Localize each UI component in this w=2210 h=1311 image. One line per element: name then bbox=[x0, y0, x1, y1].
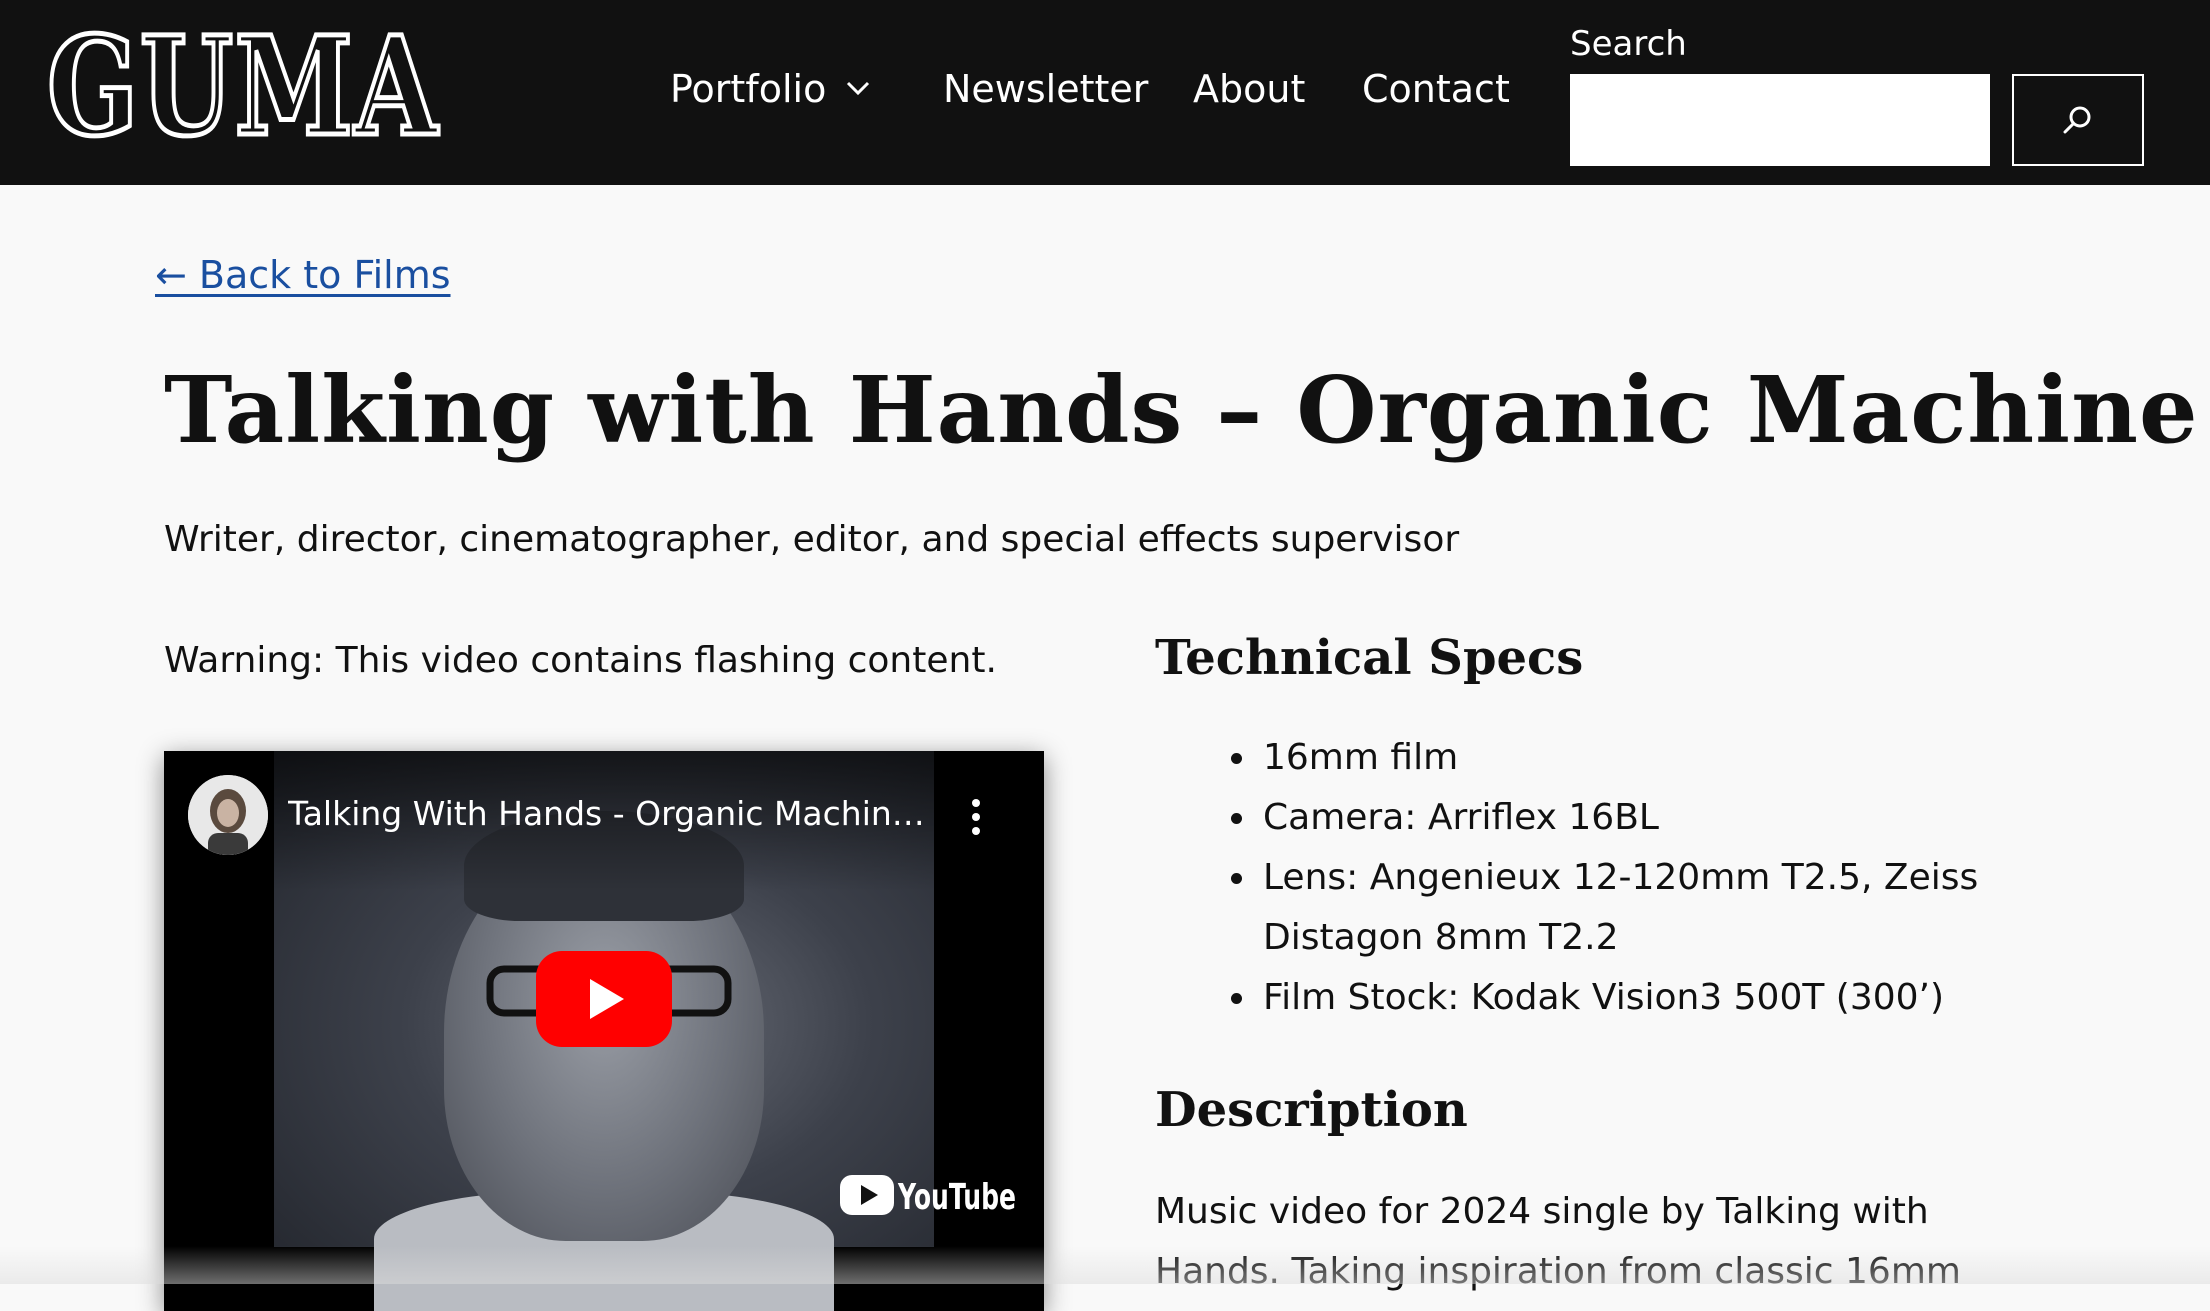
play-icon[interactable] bbox=[536, 951, 672, 1047]
nav-about[interactable]: About bbox=[1193, 64, 1305, 114]
page-title: Talking with Hands – Organic Machine bbox=[164, 356, 2199, 464]
search-input[interactable] bbox=[1570, 74, 1990, 166]
spec-item: 16mm film bbox=[1231, 728, 2143, 788]
site-header: GUMA Portfolio Newsletter About Contact … bbox=[0, 0, 2210, 185]
page-subtitle: Writer, director, cinematographer, edito… bbox=[164, 519, 1460, 560]
youtube-logo-icon[interactable]: YouTube bbox=[840, 1171, 1020, 1219]
video-title[interactable]: Talking With Hands - Organic Machine... bbox=[288, 791, 928, 837]
channel-avatar[interactable] bbox=[188, 775, 268, 855]
back-to-films-link[interactable]: ← Back to Films bbox=[155, 250, 451, 300]
nav-newsletter[interactable]: Newsletter bbox=[943, 64, 1148, 114]
specs-heading: Technical Specs bbox=[1155, 630, 1584, 686]
more-vert-icon[interactable] bbox=[964, 797, 988, 837]
video-player[interactable]: Talking With Hands - Organic Machine... … bbox=[164, 751, 1044, 1311]
site-logo[interactable]: GUMA bbox=[42, 26, 444, 152]
description-text: Music video for 2024 single by Talking w… bbox=[1155, 1191, 1961, 1292]
youtube-wordmark: YouTube bbox=[897, 1177, 1016, 1218]
nav-contact[interactable]: Contact bbox=[1362, 64, 1510, 114]
nav-portfolio[interactable]: Portfolio bbox=[670, 64, 826, 114]
description-heading: Description bbox=[1155, 1082, 1468, 1138]
spec-item: Lens: Angenieux 12-120mm T2.5, Zeiss Dis… bbox=[1231, 848, 2143, 968]
chevron-down-icon[interactable] bbox=[842, 70, 874, 106]
search-button[interactable] bbox=[2012, 74, 2144, 166]
spec-item: Film Stock: Kodak Vision3 500T (300’) bbox=[1231, 968, 2143, 1028]
search-label: Search bbox=[1570, 24, 1687, 64]
logo-text: GUMA bbox=[47, 26, 439, 152]
flashing-warning: Warning: This video contains flashing co… bbox=[164, 640, 997, 681]
search-icon bbox=[2063, 106, 2091, 134]
specs-list: 16mm film Camera: Arriflex 16BL Lens: An… bbox=[1155, 728, 2143, 1028]
spec-item: Camera: Arriflex 16BL bbox=[1231, 788, 2143, 848]
avatar-icon bbox=[188, 775, 268, 855]
